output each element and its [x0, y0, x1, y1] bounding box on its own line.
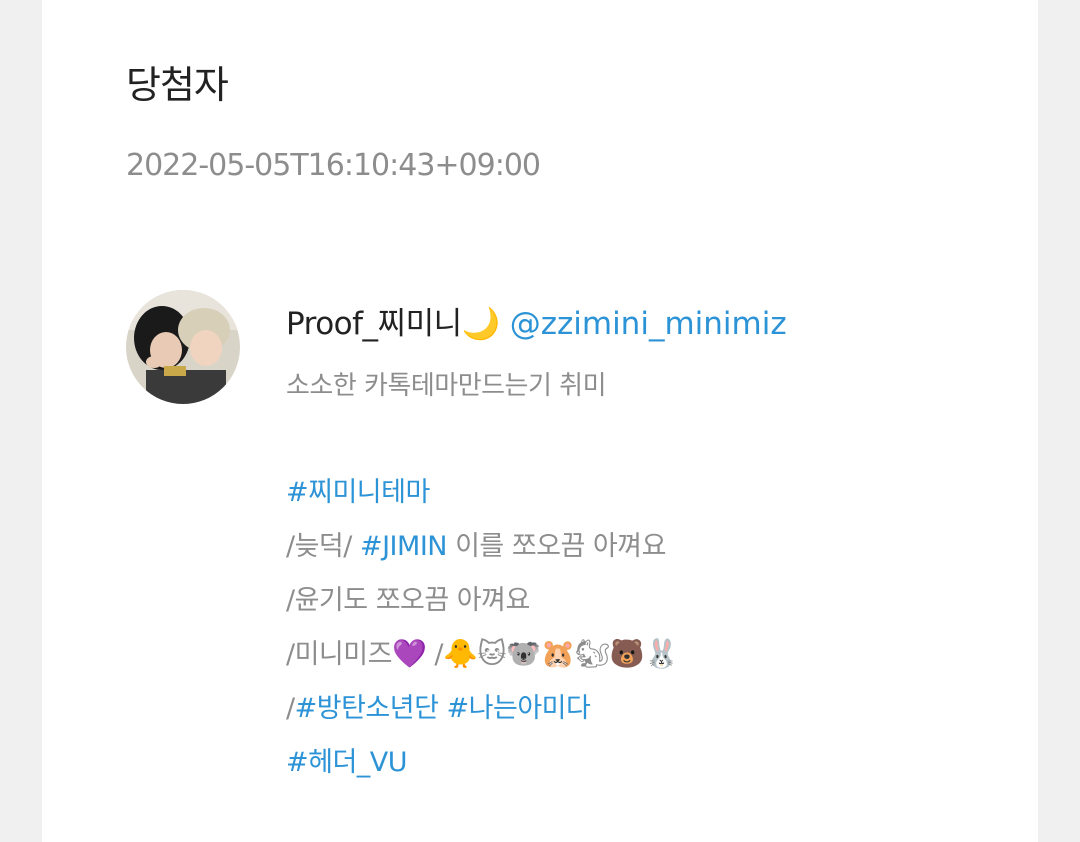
tweet-text: / — [426, 639, 444, 670]
tweet-text: / — [286, 693, 295, 724]
tweet-text: /윤기도 쪼오끔 아껴요 — [286, 585, 530, 616]
animal-emoji-icons: 🐥🐱🐨🐹🐿🐻🐰 — [443, 637, 679, 670]
tweet-line-6: #헤더_VU — [286, 740, 408, 779]
hashtag-link[interactable]: #방탄소년단 — [295, 693, 439, 724]
user-handle-link[interactable]: @zzimini_minimiz — [510, 306, 787, 342]
hashtag-link[interactable]: #나는아미다 — [447, 693, 591, 724]
tweet-text — [438, 693, 446, 724]
avatar[interactable] — [126, 290, 240, 404]
tweet-line-3: /윤기도 쪼오끔 아껴요 — [286, 578, 530, 617]
tweet-author: Proof_찌미니🌙 @zzimini_minimiz — [286, 298, 787, 343]
tweet-text: /늦덕/ — [286, 531, 360, 562]
hashtag-link[interactable]: #헤더_VU — [286, 747, 408, 778]
post-card: 당첨자 2022-05-05T16:10:43+09:00 Proof_찌미니🌙… — [42, 0, 1038, 842]
tweet-line-5: /#방탄소년단 #나는아미다 — [286, 686, 591, 725]
purple-heart-icon: 💜 — [391, 637, 427, 670]
tweet-line-1: #찌미니테마 — [286, 470, 430, 509]
tweet-text: 이를 쪼오끔 아껴요 — [446, 531, 666, 562]
tweet-line-2: /늦덕/ #JIMIN 이를 쪼오끔 아껴요 — [286, 524, 666, 563]
display-name: Proof_찌미니🌙 — [286, 306, 500, 342]
hashtag-link[interactable]: #찌미니테마 — [286, 477, 430, 508]
post-timestamp: 2022-05-05T16:10:43+09:00 — [126, 148, 541, 183]
avatar-photo-icon — [126, 290, 240, 404]
page-title: 당첨자 — [126, 63, 229, 107]
tweet-text: /미니미즈 — [286, 639, 392, 670]
user-bio: 소소한 카톡테마만드는기 취미 — [286, 371, 607, 401]
tweet-line-4: /미니미즈💜 /🐥🐱🐨🐹🐿🐻🐰 — [286, 632, 679, 671]
hashtag-link[interactable]: #JIMIN — [360, 531, 448, 562]
